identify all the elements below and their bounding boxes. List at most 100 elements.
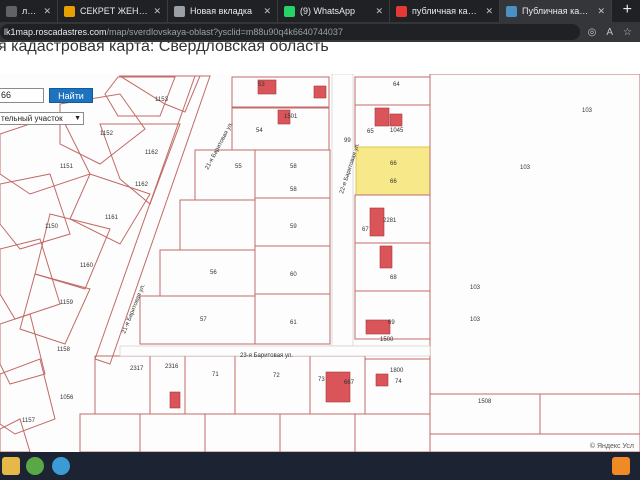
parcel-number-label: 66 bbox=[390, 161, 397, 167]
parcel-number-label: 67 bbox=[362, 227, 369, 233]
building bbox=[365, 319, 391, 335]
parcel-number-label: 1501 bbox=[284, 114, 298, 120]
building bbox=[379, 245, 393, 269]
tab-title: публичная кадастро bbox=[412, 6, 480, 16]
parcel-number-label: 1151 bbox=[60, 164, 74, 170]
street-label: 23-я Баритовая ул. bbox=[240, 353, 293, 359]
parcel-number-label: 103 bbox=[582, 108, 593, 114]
youtube-icon bbox=[64, 5, 75, 17]
chevron-down-icon: ▼ bbox=[74, 115, 81, 122]
parcel-number-label: 71 bbox=[212, 372, 219, 378]
parcel-number-label: 1153 bbox=[155, 97, 169, 103]
parcel-number-label: 1162 bbox=[145, 150, 159, 156]
parcel-number-label: 55 bbox=[235, 164, 242, 170]
close-icon[interactable]: ✕ bbox=[43, 6, 51, 17]
parcel-number-label: 72 bbox=[273, 373, 280, 379]
parcel-number-label: 74 bbox=[395, 379, 402, 385]
parcel-number-label: 1158 bbox=[57, 347, 71, 353]
utorrent-icon[interactable] bbox=[26, 457, 44, 475]
parcel-number-label: 1160 bbox=[80, 263, 94, 269]
yandex-icon bbox=[396, 5, 407, 17]
parcel-number-label: 1150 bbox=[45, 224, 59, 230]
parcel-number-label: 54 bbox=[256, 128, 263, 134]
building bbox=[313, 85, 327, 99]
tab-title: Новая вкладка bbox=[190, 6, 253, 16]
browser-tab-bar: латформа д✕СЕКРЕТ ЖЕНЩИНЫ |✕Новая вкладк… bbox=[0, 0, 640, 22]
home-icon[interactable] bbox=[612, 457, 630, 475]
building bbox=[374, 107, 390, 127]
browser-tab[interactable]: публичная кадастро ✕ bbox=[390, 0, 500, 22]
parcel-number-label: 61 bbox=[290, 320, 297, 326]
parcel-number-label: 1152 bbox=[100, 131, 114, 137]
tab-title: латформа д bbox=[22, 6, 38, 16]
parcel-number-label: 73 bbox=[318, 377, 325, 383]
parcel-number-label: 1500 bbox=[380, 337, 394, 343]
search-input[interactable]: 66 bbox=[0, 88, 44, 103]
select-value: тельный участок bbox=[1, 114, 63, 123]
building bbox=[325, 371, 351, 403]
parcel-number-label: 103 bbox=[470, 317, 481, 323]
translate-icon[interactable]: A bbox=[606, 27, 613, 38]
parcel-number-label: 1161 bbox=[105, 215, 119, 221]
url-path: /map/sverdlovskaya-oblast?ysclid=m88u90q… bbox=[106, 27, 343, 37]
parcel-number-label: 667 bbox=[344, 380, 355, 386]
parcel-highlighted bbox=[355, 146, 431, 196]
browser-tab[interactable]: латформа д ✕ bbox=[0, 0, 58, 22]
bookmark-star-icon[interactable]: ☆ bbox=[623, 27, 632, 38]
building bbox=[375, 373, 389, 387]
parcel-number-label: 1800 bbox=[390, 368, 404, 374]
close-icon[interactable]: ✕ bbox=[597, 6, 605, 17]
parcel-number-label: 2317 bbox=[130, 366, 144, 372]
tab-title: Публичная кадастро bbox=[522, 6, 592, 16]
browser-tab[interactable]: (9) WhatsApp ✕ bbox=[278, 0, 390, 22]
address-bar: lk1map.roscadastres.com/map/sverdlovskay… bbox=[0, 22, 640, 42]
building bbox=[389, 113, 403, 127]
close-icon[interactable]: ✕ bbox=[263, 6, 271, 17]
search-button[interactable]: Найти bbox=[49, 88, 93, 103]
file-explorer-icon[interactable] bbox=[2, 457, 20, 475]
parcel-number-label: 57 bbox=[200, 317, 207, 323]
parcel-number-label: 58 bbox=[290, 187, 297, 193]
close-icon[interactable]: ✕ bbox=[153, 6, 161, 17]
edge-icon[interactable] bbox=[52, 457, 70, 475]
parcel-number-label: 56 bbox=[210, 270, 217, 276]
parcel-number-label: 59 bbox=[290, 224, 297, 230]
object-type-select[interactable]: тельный участок ▼ bbox=[0, 112, 84, 125]
url-field[interactable]: lk1map.roscadastres.com/map/sverdlovskay… bbox=[0, 24, 580, 40]
cadastral-map-page: я кадастровая карта: Свердловская област… bbox=[0, 42, 640, 452]
new-tab-icon bbox=[174, 5, 185, 17]
parcel-number-label: 69 bbox=[388, 320, 395, 326]
parcel-number-label: 99 bbox=[344, 138, 351, 144]
browser-tab[interactable]: Публичная кадастро ✕ bbox=[500, 0, 612, 22]
map-attribution[interactable]: © Яндекс Усл bbox=[590, 443, 634, 450]
parcel-number-label: 65 bbox=[367, 129, 374, 135]
tab-title: СЕКРЕТ ЖЕНЩИНЫ | bbox=[80, 6, 148, 16]
parcel-number-label: 53 bbox=[258, 82, 265, 88]
generic-page-icon bbox=[6, 5, 17, 17]
parcel-number-label: 1508 bbox=[478, 399, 492, 405]
page-title: я кадастровая карта: Свердловская област… bbox=[0, 42, 329, 55]
new-tab-button[interactable]: + bbox=[623, 1, 632, 19]
browser-tab[interactable]: СЕКРЕТ ЖЕНЩИНЫ | ✕ bbox=[58, 0, 168, 22]
parcel-number-label: 2316 bbox=[165, 364, 179, 370]
parcel-number-label: 64 bbox=[393, 82, 400, 88]
parcel-number-label: 1157 bbox=[22, 418, 36, 424]
whatsapp-icon bbox=[284, 5, 295, 17]
parcel-number-label: 1162 bbox=[135, 182, 149, 188]
rosreestr-icon bbox=[506, 5, 517, 17]
street-22 bbox=[331, 74, 354, 347]
building bbox=[169, 391, 181, 409]
parcel-number-label: 66 bbox=[390, 179, 397, 185]
building bbox=[369, 207, 385, 237]
parcel-number-label: 1159 bbox=[60, 300, 74, 306]
eye-off-icon[interactable]: ◎ bbox=[588, 27, 597, 38]
parcel-number-label: 68 bbox=[390, 275, 397, 281]
parcel-number-label: 1045 bbox=[390, 128, 404, 134]
close-icon[interactable]: ✕ bbox=[375, 6, 383, 17]
close-icon[interactable]: ✕ bbox=[485, 6, 493, 17]
browser-tab[interactable]: Новая вкладка ✕ bbox=[168, 0, 278, 22]
cadastral-map[interactable]: 53 1153 64 103 1152 54 1501 65 1045 99 1162 55 58 66 6… bbox=[0, 74, 640, 452]
tab-title: (9) WhatsApp bbox=[300, 6, 356, 16]
parcel-number-label: 58 bbox=[290, 164, 297, 170]
windows-taskbar bbox=[0, 452, 640, 480]
